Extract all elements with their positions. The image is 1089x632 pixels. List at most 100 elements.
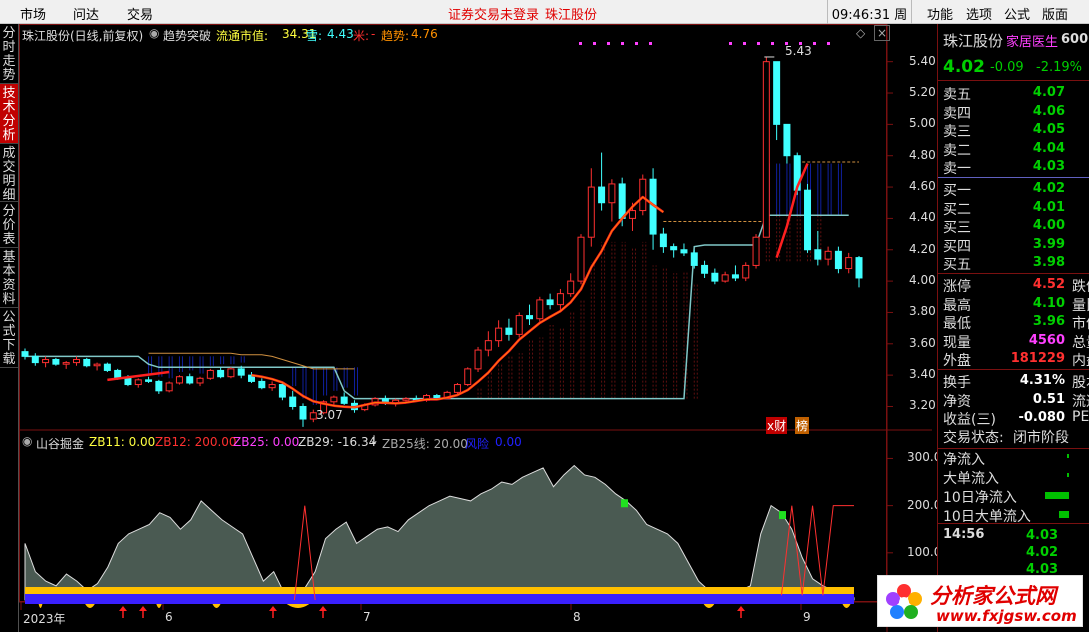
- candle[interactable]: [340, 392, 348, 405]
- sub-indicator-name[interactable]: 山谷掘金: [36, 435, 84, 452]
- menu-market[interactable]: 市场: [20, 4, 46, 23]
- flow-row: 10日净流入: [938, 486, 1089, 506]
- candle[interactable]: [680, 243, 688, 257]
- candle[interactable]: [103, 362, 111, 373]
- ask-row[interactable]: 卖二 4.04: [938, 139, 1089, 159]
- candle[interactable]: [42, 356, 50, 368]
- candle[interactable]: [824, 246, 832, 266]
- menu-options[interactable]: 选项: [966, 4, 992, 23]
- candle[interactable]: [62, 361, 70, 369]
- ask-row[interactable]: 卖五 4.07: [938, 83, 1089, 103]
- candle[interactable]: [31, 353, 39, 366]
- candle[interactable]: [464, 367, 472, 387]
- candle[interactable]: [659, 227, 667, 253]
- menu-formula[interactable]: 公式: [1004, 4, 1030, 23]
- candle[interactable]: [536, 296, 544, 322]
- chart-area[interactable]: 珠江股份(日线,前复权) ◉ 趋势突破 流通市值: 34.31 雪: 4.43 …: [19, 24, 941, 632]
- list-tag[interactable]: 榜: [795, 417, 810, 434]
- close-panel-icon[interactable]: ×: [874, 25, 891, 41]
- candle[interactable]: [814, 230, 822, 266]
- candle[interactable]: [731, 265, 739, 282]
- candle[interactable]: [742, 262, 750, 282]
- candle[interactable]: [268, 381, 276, 391]
- bid-row[interactable]: 买三 4.00: [938, 216, 1089, 236]
- tab-2[interactable]: 成交明细: [0, 144, 18, 203]
- bid-row[interactable]: 买一 4.02: [938, 179, 1089, 199]
- candle[interactable]: [855, 256, 863, 288]
- candle[interactable]: [217, 367, 225, 379]
- candle[interactable]: [145, 376, 153, 383]
- candle[interactable]: [804, 183, 812, 253]
- candle[interactable]: [165, 381, 173, 393]
- candle[interactable]: [289, 390, 297, 410]
- candle[interactable]: [484, 331, 492, 357]
- kline-chart[interactable]: [19, 24, 932, 632]
- candle[interactable]: [773, 61, 781, 141]
- indicator-dropdown-icon[interactable]: ◉: [149, 26, 159, 40]
- candle[interactable]: [206, 368, 214, 380]
- candle[interactable]: [299, 403, 307, 427]
- candle[interactable]: [186, 373, 194, 385]
- candle[interactable]: [721, 271, 729, 283]
- candle[interactable]: [72, 356, 80, 366]
- bid-row[interactable]: 买二 4.01: [938, 198, 1089, 218]
- candle[interactable]: [701, 260, 709, 278]
- candle[interactable]: [93, 362, 101, 371]
- candle[interactable]: [515, 312, 523, 338]
- candle[interactable]: [505, 318, 513, 341]
- candle[interactable]: [762, 56, 770, 238]
- indicator-name[interactable]: 趋势突破: [163, 27, 211, 44]
- ask-row[interactable]: 卖三 4.05: [938, 120, 1089, 140]
- candle[interactable]: [577, 234, 585, 285]
- candle[interactable]: [587, 168, 595, 247]
- tab-1[interactable]: 技术分析: [0, 84, 18, 144]
- menu-layout[interactable]: 版面: [1042, 4, 1068, 23]
- candle[interactable]: [258, 378, 266, 390]
- candle[interactable]: [690, 249, 698, 269]
- menu-function[interactable]: 功能: [927, 4, 953, 23]
- candle[interactable]: [711, 268, 719, 285]
- candle[interactable]: [526, 304, 534, 325]
- stock-tag[interactable]: 家居医生: [1006, 31, 1058, 50]
- candle[interactable]: [278, 382, 286, 401]
- ask-row[interactable]: 卖四 4.06: [938, 102, 1089, 122]
- candle[interactable]: [175, 375, 183, 385]
- candle[interactable]: [608, 179, 616, 222]
- candle[interactable]: [453, 382, 461, 394]
- candle[interactable]: [248, 372, 256, 383]
- candle[interactable]: [196, 376, 204, 387]
- candle[interactable]: [83, 357, 91, 368]
- candle[interactable]: [495, 320, 503, 347]
- tab-0[interactable]: 分时走势: [0, 24, 18, 84]
- candle[interactable]: [546, 293, 554, 310]
- candle[interactable]: [598, 152, 606, 211]
- candle[interactable]: [670, 243, 678, 258]
- candle[interactable]: [134, 378, 142, 388]
- candle[interactable]: [783, 123, 791, 164]
- diamond-icon[interactable]: ◇: [856, 26, 865, 40]
- candle[interactable]: [52, 357, 60, 366]
- candle[interactable]: [567, 273, 575, 297]
- login-notice[interactable]: 证券交易未登录: [448, 4, 539, 23]
- stat-row: 涨停4.52跌停: [938, 275, 1089, 295]
- tab-5[interactable]: 公式下载: [0, 308, 18, 368]
- candle[interactable]: [227, 367, 235, 379]
- ask-row[interactable]: 卖一 4.03: [938, 157, 1089, 177]
- menu-trade[interactable]: 交易: [127, 4, 153, 23]
- sub-indicator-icon[interactable]: ◉: [22, 434, 32, 448]
- menu-wenda[interactable]: 问达: [73, 4, 99, 23]
- news-tag[interactable]: x财: [766, 417, 788, 434]
- tab-3[interactable]: 分价表: [0, 202, 18, 248]
- candle[interactable]: [752, 234, 760, 269]
- candle[interactable]: [155, 379, 163, 394]
- candle[interactable]: [845, 252, 853, 274]
- candle[interactable]: [649, 168, 657, 250]
- candle[interactable]: [474, 346, 482, 373]
- candle[interactable]: [21, 348, 29, 360]
- candle[interactable]: [834, 246, 842, 274]
- tab-4[interactable]: 基本资料: [0, 248, 18, 308]
- bid-row[interactable]: 买四 3.99: [938, 235, 1089, 255]
- candle[interactable]: [639, 174, 647, 216]
- stat-next-label: PE(: [1072, 409, 1089, 426]
- bid-row[interactable]: 买五 3.98: [938, 253, 1089, 273]
